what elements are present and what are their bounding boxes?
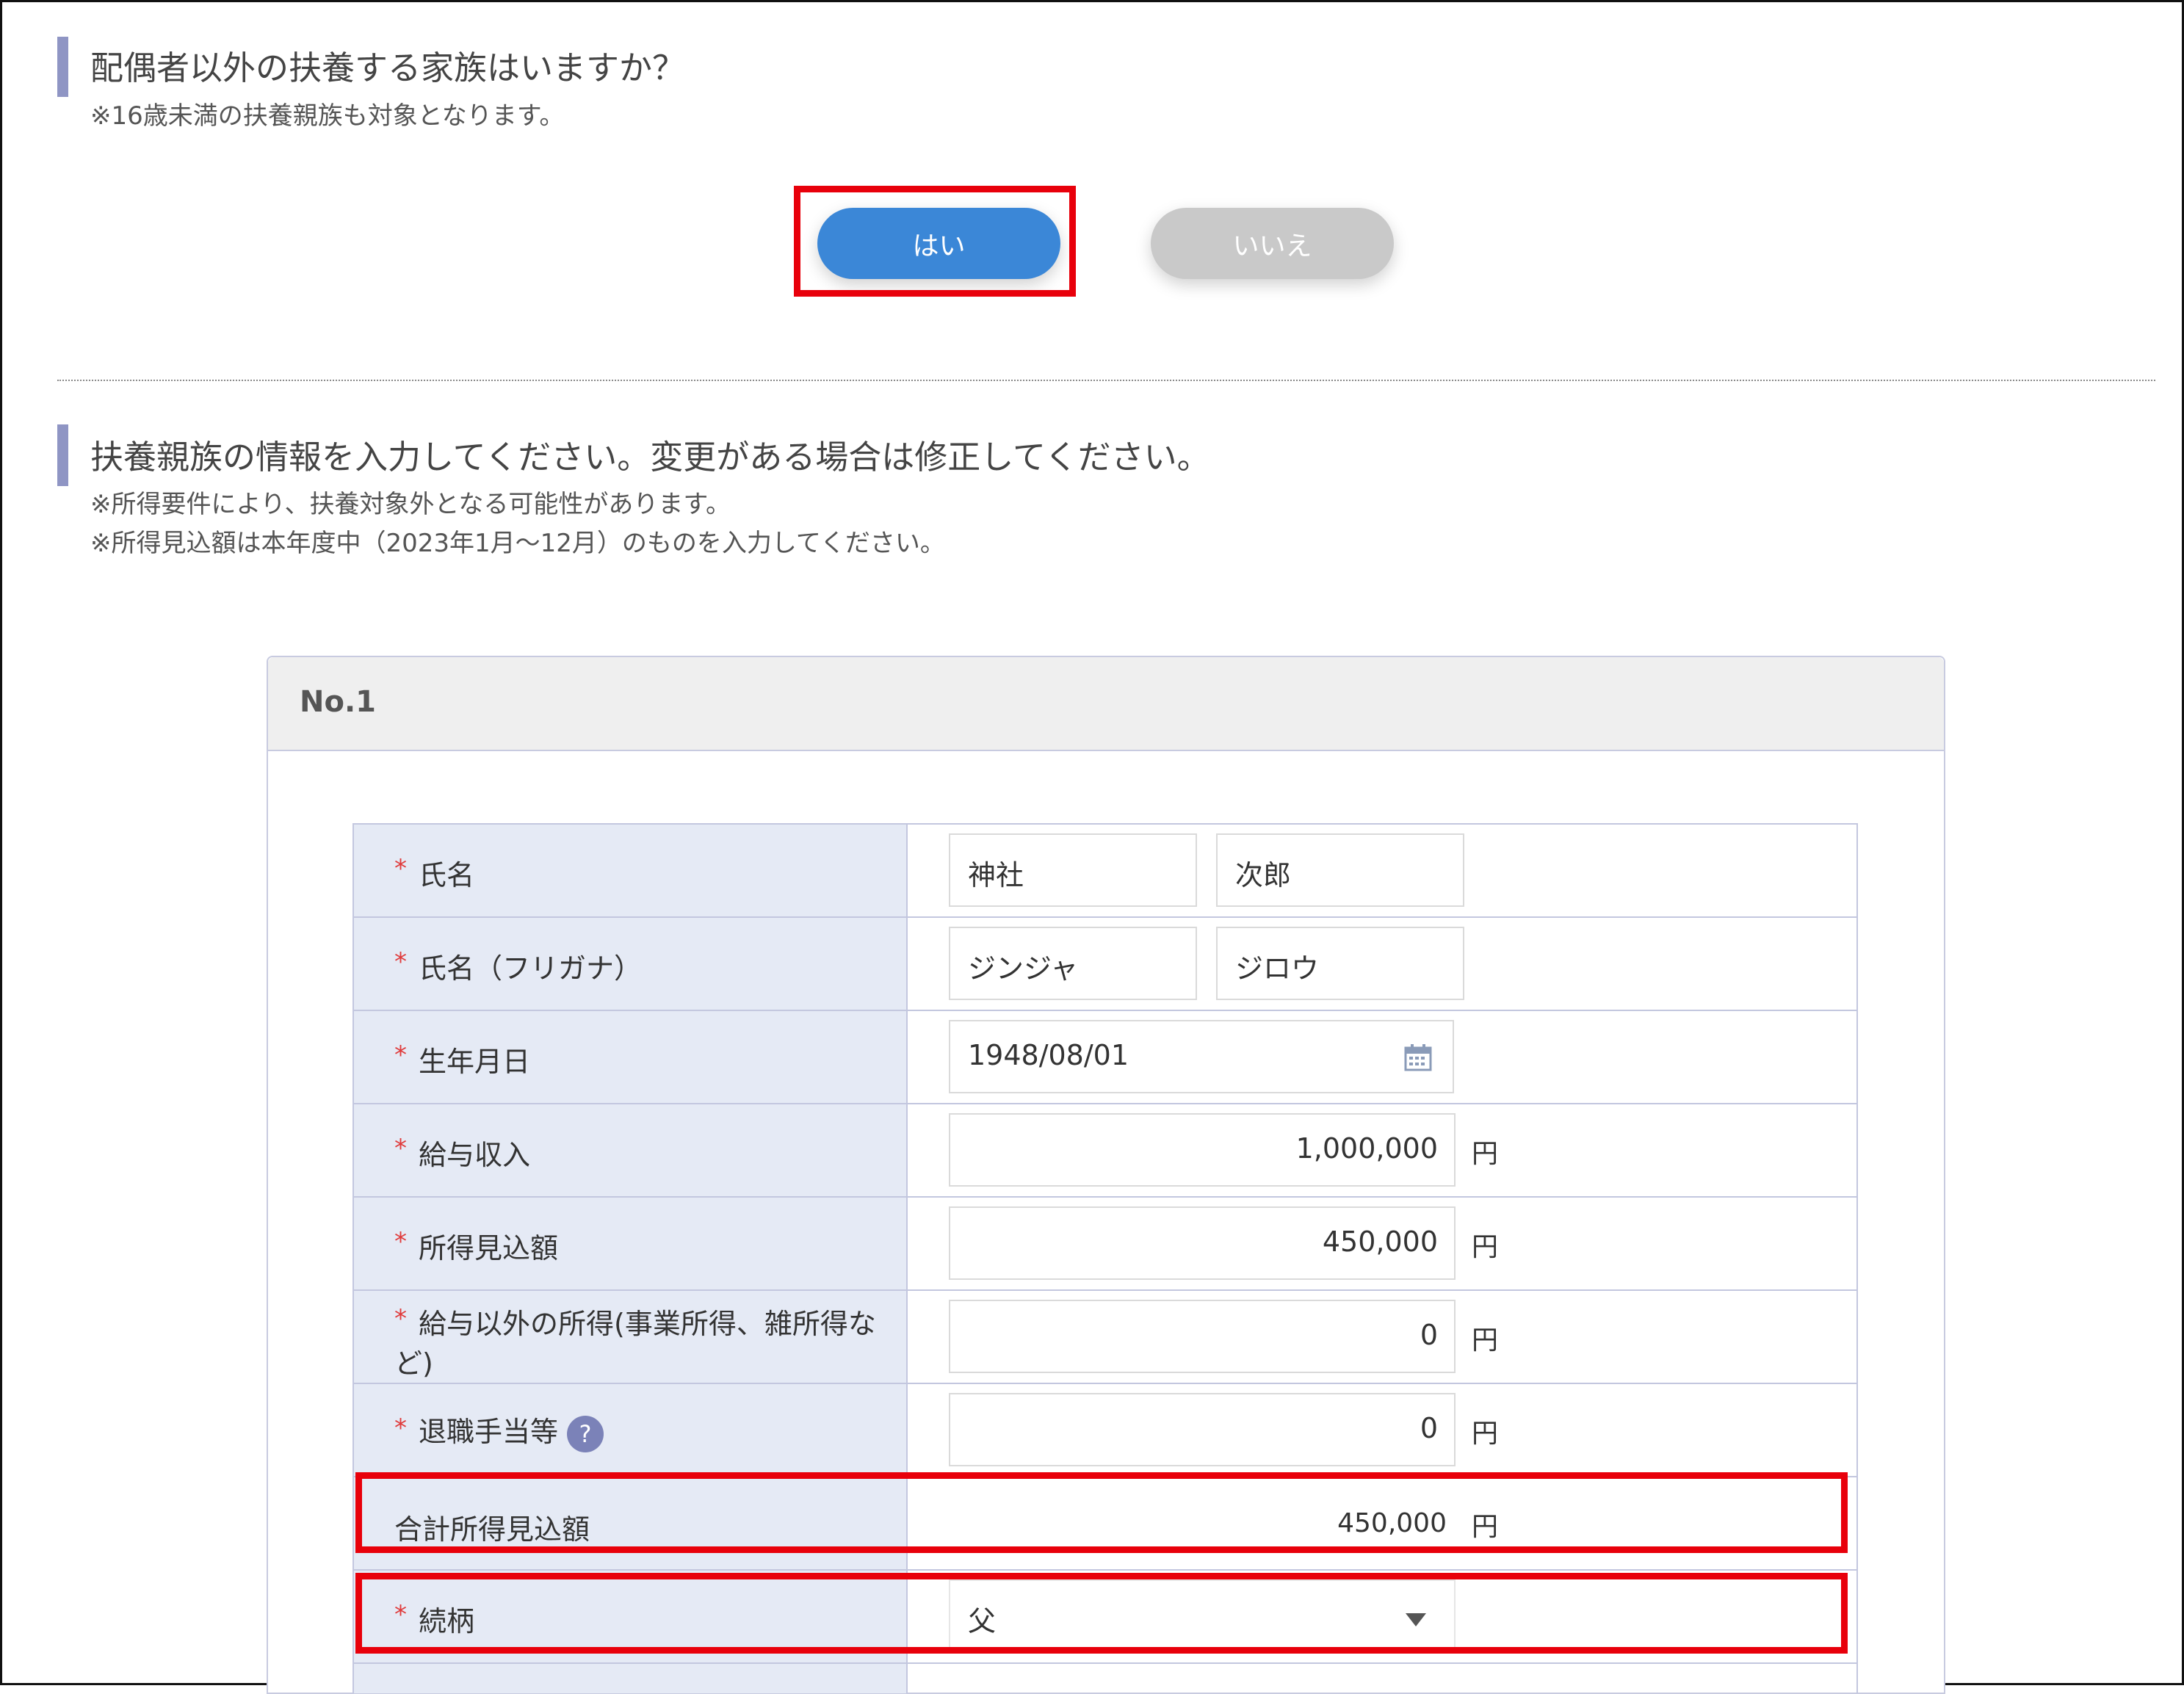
retirement-value: 0 <box>1420 1412 1438 1444</box>
row-other-income: * 給与以外の所得(事業所得、雑所得な ど) 0 円 <box>352 1289 1858 1383</box>
row-label: 合計所得見込額 <box>352 1477 908 1570</box>
retirement-label: 退職手当等 <box>419 1416 559 1448</box>
required-mark: * <box>394 1304 407 1333</box>
section-marker <box>57 37 68 97</box>
first-name-kana-input[interactable]: ジロウ <box>1216 927 1464 1000</box>
row-value: 1948/08/01 <box>908 1011 1858 1104</box>
required-mark: * <box>394 1040 407 1070</box>
income-estimate-value: 450,000 <box>1322 1226 1438 1258</box>
yen-unit: 円 <box>1472 1232 1499 1262</box>
card-header: No.1 <box>268 657 1944 751</box>
retirement-label-wrap: 退職手当等? <box>419 1409 604 1452</box>
birthdate-label: 生年月日 <box>419 1046 531 1078</box>
required-mark: * <box>394 1227 407 1256</box>
row-label: * 生年月日 <box>352 1011 908 1104</box>
other-income-value: 0 <box>1420 1319 1438 1351</box>
yen-unit: 円 <box>1472 1325 1499 1355</box>
income-estimate-label: 所得見込額 <box>419 1232 559 1264</box>
required-mark: * <box>394 1600 407 1629</box>
row-value: 450,000 円 <box>908 1198 1858 1290</box>
no-button[interactable]: いいえ <box>1151 208 1394 279</box>
salary-value: 1,000,000 <box>1295 1132 1438 1165</box>
income-period-note: ※所得見込額は本年度中（2023年1月～12月）のものを入力してください。 <box>90 529 945 558</box>
row-value: ジンジャ ジロウ <box>908 918 1858 1010</box>
row-value: 1,000,000 円 <box>908 1104 1858 1197</box>
card-title: No.1 <box>300 685 376 719</box>
yen-unit: 円 <box>1472 1512 1499 1542</box>
name-label: 氏名 <box>419 859 475 891</box>
row-label: * 所得見込額 <box>352 1198 908 1290</box>
other-income-label-line1: 給与以外の所得(事業所得、雑所得な <box>419 1308 876 1340</box>
row-label <box>352 1664 908 1693</box>
relation-select[interactable]: 父 <box>949 1579 1456 1653</box>
birthdate-input[interactable]: 1948/08/01 <box>949 1020 1454 1093</box>
total-income-label: 合計所得見込額 <box>394 1513 590 1546</box>
yen-unit: 円 <box>1472 1139 1499 1169</box>
last-name-input[interactable]: 神社 <box>949 833 1197 907</box>
salary-label: 給与収入 <box>419 1139 531 1171</box>
row-value: 0 円 <box>908 1291 1858 1383</box>
row-value: 0 円 <box>908 1384 1858 1477</box>
row-label: * 続柄 <box>352 1571 908 1663</box>
required-mark: * <box>394 1134 407 1163</box>
row-label: * 氏名 <box>352 825 908 917</box>
row-retirement: * 退職手当等? 0 円 <box>352 1383 1858 1477</box>
row-label: * 退職手当等? <box>352 1384 908 1477</box>
section-divider <box>57 380 2155 381</box>
row-name: * 氏名 神社 次郎 <box>352 823 1858 917</box>
row-kana: * 氏名（フリガナ） ジンジャ ジロウ <box>352 916 1858 1010</box>
calendar-icon[interactable] <box>1404 1043 1432 1071</box>
other-income-input[interactable]: 0 <box>949 1300 1456 1373</box>
row-label: * 給与以外の所得(事業所得、雑所得な ど) <box>352 1291 908 1383</box>
row-value: 父 <box>908 1571 1858 1663</box>
yen-unit: 円 <box>1472 1419 1499 1449</box>
last-name-kana-value: ジンジャ <box>968 952 1079 985</box>
relation-value: 父 <box>968 1605 997 1637</box>
first-name-kana-value: ジロウ <box>1235 952 1320 985</box>
other-income-label-line2: ど) <box>394 1347 433 1380</box>
required-mark: * <box>394 1414 407 1443</box>
income-requirement-note: ※所得要件により、扶養対象外となる可能性があります。 <box>90 490 731 519</box>
first-name-input[interactable]: 次郎 <box>1216 833 1464 907</box>
last-name-value: 神社 <box>968 859 1024 891</box>
help-icon[interactable]: ? <box>567 1415 604 1452</box>
row-label: * 氏名（フリガナ） <box>352 918 908 1010</box>
row-label: * 給与収入 <box>352 1104 908 1197</box>
dependent-info-heading: 扶養親族の情報を入力してください。変更がある場合は修正してください。 <box>90 438 1210 477</box>
row-value: 450,000 円 <box>908 1477 1858 1570</box>
row-birthdate: * 生年月日 1948/08/01 <box>352 1010 1858 1104</box>
row-next <box>352 1662 1858 1693</box>
required-mark: * <box>394 947 407 977</box>
retirement-input[interactable]: 0 <box>949 1393 1456 1466</box>
section-marker <box>57 424 68 486</box>
total-income-value: 450,000 <box>1337 1508 1447 1538</box>
salary-input[interactable]: 1,000,000 <box>949 1113 1456 1187</box>
chevron-down-icon <box>1406 1613 1426 1626</box>
income-estimate-input[interactable]: 450,000 <box>949 1206 1456 1280</box>
required-mark: * <box>394 854 407 883</box>
relation-label: 続柄 <box>419 1605 475 1637</box>
row-total-income: 合計所得見込額 450,000 円 <box>352 1476 1858 1570</box>
last-name-kana-input[interactable]: ジンジャ <box>949 927 1197 1000</box>
dependents-note: ※16歳未満の扶養親族も対象となります。 <box>90 101 565 131</box>
row-value <box>908 1664 1858 1693</box>
first-name-value: 次郎 <box>1235 859 1292 891</box>
row-value: 神社 次郎 <box>908 825 1858 917</box>
yes-button[interactable]: はい <box>817 208 1060 279</box>
kana-label: 氏名（フリガナ） <box>419 952 643 985</box>
birthdate-value: 1948/08/01 <box>968 1039 1129 1071</box>
row-relation: * 続柄 父 <box>352 1569 1858 1663</box>
dependents-question: 配偶者以外の扶養する家族はいますか？ <box>90 48 686 87</box>
row-salary: * 給与収入 1,000,000 円 <box>352 1103 1858 1197</box>
row-income-estimate: * 所得見込額 450,000 円 <box>352 1196 1858 1290</box>
